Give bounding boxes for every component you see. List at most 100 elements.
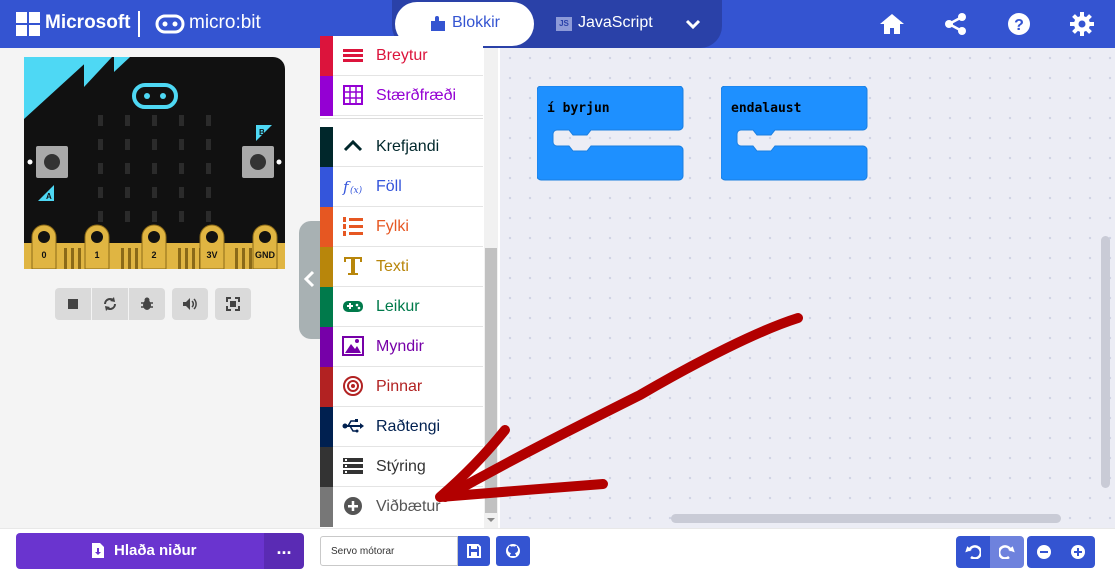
toolbox-category-advanced[interactable]: Krefjandi xyxy=(320,127,483,167)
toolbox-category-serial[interactable]: Raðtengi xyxy=(320,407,483,447)
settings-icon[interactable] xyxy=(1069,12,1095,36)
debug-button[interactable] xyxy=(129,288,165,320)
save-icon xyxy=(467,544,481,558)
pin-1-label: 1 xyxy=(94,250,99,260)
share-icon[interactable] xyxy=(943,12,969,36)
download-label[interactable]: Hlaða niður xyxy=(114,541,197,561)
download-more-button[interactable]: ... xyxy=(264,533,304,569)
collapse-simulator-button[interactable] xyxy=(299,221,321,339)
category-label: Stærðfræði xyxy=(376,87,457,104)
category-label: Fylki xyxy=(376,218,409,235)
button-a-label: A xyxy=(46,192,52,201)
tab-blocks-label[interactable]: Blokkir xyxy=(452,13,500,33)
toolbox-category-pins[interactable]: Pinnar xyxy=(320,367,483,407)
math-icon xyxy=(343,85,363,105)
toolbox-category-control[interactable]: Stýring xyxy=(320,447,483,487)
debug-icon xyxy=(141,297,153,310)
header-divider xyxy=(138,11,140,37)
category-color-stripe xyxy=(320,207,333,247)
undo-button[interactable] xyxy=(956,536,990,568)
toolbox-scrollbar-thumb[interactable] xyxy=(485,248,497,513)
toolbox-category-variables[interactable]: Breytur xyxy=(320,36,483,76)
pin-2-label: 2 xyxy=(151,250,156,260)
tab-javascript[interactable]: JavaScript xyxy=(578,13,653,33)
category-label: Breytur xyxy=(376,47,428,64)
category-label: Leikur xyxy=(376,298,420,315)
js-icon: JS xyxy=(556,17,572,31)
scroll-down-arrow-icon[interactable] xyxy=(486,516,496,524)
category-label: Pinnar xyxy=(376,378,423,395)
help-icon[interactable]: ? xyxy=(1006,12,1032,36)
restart-button[interactable] xyxy=(92,288,128,320)
svg-text:(x): (x) xyxy=(350,185,363,196)
github-button[interactable] xyxy=(496,536,530,566)
simulator-controls xyxy=(55,288,251,320)
category-color-stripe xyxy=(320,447,333,487)
category-color-stripe xyxy=(320,407,333,447)
add-extension-icon xyxy=(344,497,362,515)
home-icon[interactable] xyxy=(879,12,905,36)
microsoft-logo-icon[interactable] xyxy=(16,12,40,36)
functions-icon: f (x) xyxy=(342,178,363,196)
chevron-down-icon[interactable] xyxy=(685,18,701,30)
arrays-icon xyxy=(343,217,363,236)
on-start-block[interactable]: í byrjun xyxy=(537,86,684,182)
on-start-block-label: í byrjun xyxy=(547,101,610,116)
category-color-stripe xyxy=(320,36,333,76)
chevron-left-icon xyxy=(303,270,315,288)
zoom-in-button[interactable] xyxy=(1061,536,1095,568)
category-label: Stýring xyxy=(376,458,426,475)
category-label: Viðbætur xyxy=(376,498,441,515)
pins-icon xyxy=(343,376,363,396)
category-color-stripe xyxy=(320,167,333,207)
mute-icon xyxy=(183,298,197,310)
microbit-logo-icon[interactable] xyxy=(155,13,185,35)
workspace-horizontal-scrollbar[interactable] xyxy=(671,514,1061,523)
images-icon xyxy=(342,336,364,356)
gamepad-icon xyxy=(343,301,363,312)
microbit-board[interactable]: A B 0 1 2 3V GND xyxy=(24,57,285,269)
save-button[interactable] xyxy=(458,536,490,566)
variables-icon xyxy=(343,49,363,62)
redo-icon xyxy=(999,545,1015,559)
forever-block[interactable]: endalaust xyxy=(721,86,868,182)
restart-icon xyxy=(104,297,116,311)
toolbox-category-game[interactable]: Leikur xyxy=(320,287,483,327)
toolbox-category-extensions[interactable]: Viðbætur xyxy=(320,487,483,527)
category-label: Myndir xyxy=(376,338,425,355)
stop-icon xyxy=(68,299,78,309)
workspace-vertical-scrollbar[interactable] xyxy=(1101,236,1110,488)
mute-button[interactable] xyxy=(172,288,208,320)
fullscreen-button[interactable] xyxy=(215,288,251,320)
category-color-stripe xyxy=(320,76,333,116)
category-color-stripe xyxy=(320,487,333,527)
zoom-in-icon xyxy=(1071,545,1085,559)
fullscreen-icon xyxy=(226,297,240,311)
usb-icon xyxy=(342,419,364,433)
toolbox-category-math[interactable]: Stærðfræði xyxy=(320,76,483,116)
stop-button[interactable] xyxy=(55,288,91,320)
pin-3v-label: 3V xyxy=(206,250,217,260)
toolbox-category-text[interactable]: Texti xyxy=(320,247,483,287)
category-label: Raðtengi xyxy=(376,418,441,435)
category-label: Krefjandi xyxy=(376,138,440,155)
category-color-stripe xyxy=(320,287,333,327)
button-b-label: B xyxy=(259,128,265,137)
category-label: Föll xyxy=(376,178,402,195)
forever-block-label: endalaust xyxy=(731,101,801,116)
category-color-stripe xyxy=(320,247,333,287)
category-color-stripe xyxy=(320,367,333,407)
category-color-stripe xyxy=(320,327,333,367)
redo-button[interactable] xyxy=(990,536,1024,568)
microsoft-label[interactable]: Microsoft xyxy=(45,11,131,35)
github-icon xyxy=(506,544,520,558)
microbit-label[interactable]: micro:bit xyxy=(189,11,261,35)
advanced-chevron-icon xyxy=(343,139,363,152)
zoom-out-button[interactable] xyxy=(1027,536,1061,568)
undo-icon xyxy=(965,545,981,559)
toolbox-category-images[interactable]: Myndir xyxy=(320,327,483,367)
project-name-input[interactable] xyxy=(320,536,458,566)
pin-0-label: 0 xyxy=(41,250,46,260)
toolbox-category-arrays[interactable]: Fylki xyxy=(320,207,483,247)
toolbox-category-functions[interactable]: f (x) Föll xyxy=(320,167,483,207)
